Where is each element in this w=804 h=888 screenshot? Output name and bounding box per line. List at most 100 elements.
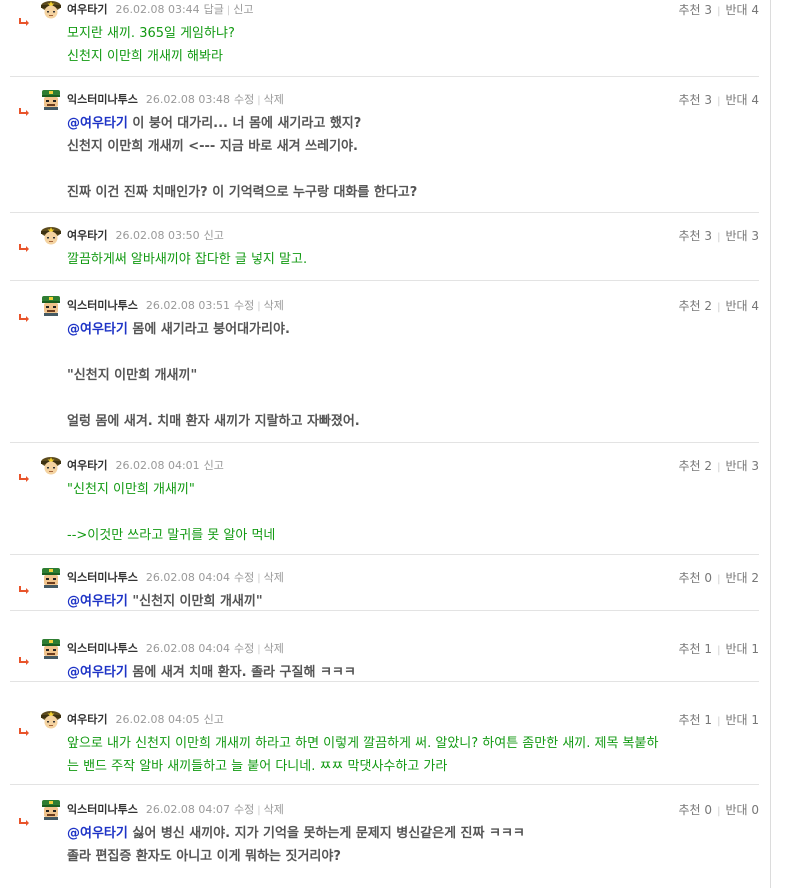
recommend-button[interactable]: 추천 bbox=[679, 713, 701, 727]
recommend-button[interactable]: 추천 bbox=[679, 642, 701, 656]
comment-line: "신천지 이만희 개새끼" bbox=[67, 482, 195, 497]
recommend-button[interactable]: 추천 bbox=[679, 459, 701, 473]
comment-timestamp: 26.02.08 04:04 bbox=[145, 642, 231, 655]
author-nickname[interactable]: 여우타기 bbox=[67, 3, 107, 16]
oppose-button[interactable]: 반대 bbox=[725, 3, 747, 17]
oppose-button[interactable]: 반대 bbox=[725, 93, 747, 107]
comment-line: 모지란 새끼. 365일 게임하냐? bbox=[67, 26, 235, 41]
separator: | bbox=[717, 574, 721, 585]
recommend-button[interactable]: 추천 bbox=[679, 571, 701, 585]
oppose-count: 3 bbox=[751, 229, 759, 243]
comment-line bbox=[67, 501, 747, 524]
mention-link[interactable]: @여우타기 bbox=[67, 826, 128, 841]
comment-meta: 여우타기 26.02.08 04:05 신고 bbox=[67, 712, 224, 728]
comment-meta: 여우타기 26.02.08 04:01 신고 bbox=[67, 458, 224, 474]
soldier-avatar-icon[interactable] bbox=[40, 294, 62, 316]
recommend-button[interactable]: 추천 bbox=[679, 3, 701, 17]
soldier-avatar-icon[interactable] bbox=[40, 798, 62, 820]
oppose-count: 4 bbox=[751, 299, 759, 313]
comment-line: @여우타기 "신천지 이만희 개새끼" bbox=[67, 590, 747, 613]
delete-link[interactable]: 삭제 bbox=[264, 803, 284, 816]
author-nickname[interactable]: 여우타기 bbox=[67, 459, 107, 472]
oppose-button[interactable]: 반대 bbox=[725, 713, 747, 727]
reply-link[interactable]: 답글 bbox=[204, 3, 224, 16]
author-nickname[interactable]: 익스터미나투스 bbox=[67, 642, 138, 655]
edit-link[interactable]: 수정 bbox=[234, 93, 254, 106]
comment-line: @여우타기 몸에 새기라고 붕어대가리야. bbox=[67, 318, 747, 341]
author-nickname[interactable]: 익스터미나투스 bbox=[67, 93, 138, 106]
comment-text: 이 붕어 대가리... 너 몸에 새기라고 했지? bbox=[127, 116, 362, 131]
author-nickname[interactable]: 여우타기 bbox=[67, 229, 107, 242]
comment-body: 모지란 새끼. 365일 게임하냐? 신천지 이만희 개새끼 해봐라 bbox=[67, 22, 747, 68]
comment-timestamp: 26.02.08 04:04 bbox=[145, 571, 231, 584]
soldier-avatar-icon[interactable] bbox=[40, 637, 62, 659]
report-link[interactable]: 신고 bbox=[204, 459, 224, 472]
separator: | bbox=[257, 644, 261, 655]
comment-line: @여우타기 싫어 병신 새끼야. 지가 기억을 못하는게 문제지 병신같은게 진… bbox=[67, 822, 747, 845]
edit-link[interactable]: 수정 bbox=[234, 803, 254, 816]
comment-timestamp: 26.02.08 03:44 bbox=[115, 3, 200, 16]
mention-link[interactable]: @여우타기 bbox=[67, 116, 128, 131]
separator: | bbox=[257, 573, 261, 584]
comment-meta: 여우타기 26.02.08 03:50 신고 bbox=[67, 228, 224, 244]
comment-body: @여우타기 이 붕어 대가리... 너 몸에 새기라고 했지? 신천지 이만희 개… bbox=[67, 112, 747, 204]
comment-text: "신천지 이만희 개새끼" bbox=[127, 594, 263, 609]
delete-link[interactable]: 삭제 bbox=[264, 93, 284, 106]
oppose-button[interactable]: 반대 bbox=[725, 571, 747, 585]
oppose-button[interactable]: 반대 bbox=[725, 803, 747, 817]
oppose-button[interactable]: 반대 bbox=[725, 299, 747, 313]
comment-line: 깔끔하게써 알바새끼야 잡다한 글 넣지 말고. bbox=[67, 252, 308, 267]
author-nickname[interactable]: 여우타기 bbox=[67, 713, 107, 726]
comment-line: 졸라 편집증 환자도 아니고 이게 뭐하는 짓거리야? bbox=[67, 849, 341, 864]
oppose-button[interactable]: 반대 bbox=[725, 459, 747, 473]
edit-link[interactable]: 수정 bbox=[234, 299, 254, 312]
separator: | bbox=[717, 462, 721, 473]
comment-item: 익스터미나투스 26.02.08 04:04 수정 | 삭제 추천 0 | 반대 2 @여우타기… bbox=[10, 568, 759, 613]
comment-text: 몸에 새겨 치매 환자. 졸라 구질해 ㅋㅋㅋ bbox=[127, 665, 356, 680]
report-link[interactable]: 신고 bbox=[204, 713, 224, 726]
oppose-button[interactable]: 반대 bbox=[725, 229, 747, 243]
fox-officer-avatar-icon[interactable] bbox=[40, 0, 62, 20]
recommend-count: 0 bbox=[704, 803, 713, 817]
mention-link[interactable]: @여우타기 bbox=[67, 594, 128, 609]
recommend-button[interactable]: 추천 bbox=[679, 803, 701, 817]
comment-item: 여우타기 26.02.08 04:01 신고 추천 2 | 반대 3 "신천지 이만희 개새… bbox=[10, 457, 760, 555]
comment-meta: 익스터미나투스 26.02.08 03:48 수정 | 삭제 bbox=[67, 92, 284, 109]
soldier-avatar-icon[interactable] bbox=[40, 566, 62, 588]
separator: | bbox=[257, 301, 261, 312]
delete-link[interactable]: 삭제 bbox=[264, 299, 284, 312]
vote-counts: 추천 3 | 반대 4 bbox=[679, 2, 760, 20]
fox-officer-avatar-icon[interactable] bbox=[40, 708, 62, 730]
comment-line: 앞으로 내가 신천지 이만희 개새끼 하라고 하면 이렇게 깔끔하게 써. 알았… bbox=[67, 736, 659, 751]
comment-line: 얼렁 몸에 새겨. 치매 환자 새끼가 지랄하고 자빠졌어. bbox=[67, 414, 360, 429]
vote-counts: 추천 2 | 반대 3 bbox=[679, 458, 760, 476]
column-divider bbox=[770, 0, 771, 888]
report-link[interactable]: 신고 bbox=[204, 229, 224, 242]
vote-counts: 추천 0 | 반대 0 bbox=[679, 802, 760, 820]
recommend-button[interactable]: 추천 bbox=[679, 299, 701, 313]
mention-link[interactable]: @여우타기 bbox=[67, 322, 128, 337]
author-nickname[interactable]: 익스터미나투스 bbox=[67, 299, 138, 312]
comment-timestamp: 26.02.08 04:01 bbox=[115, 459, 200, 472]
separator: | bbox=[257, 805, 261, 816]
comment-line: @여우타기 몸에 새겨 치매 환자. 졸라 구질해 ㅋㅋㅋ bbox=[67, 661, 747, 684]
comment-body: @여우타기 몸에 새겨 치매 환자. 졸라 구질해 ㅋㅋㅋ bbox=[67, 661, 747, 684]
fox-officer-avatar-icon[interactable] bbox=[40, 454, 62, 476]
delete-link[interactable]: 삭제 bbox=[264, 642, 284, 655]
edit-link[interactable]: 수정 bbox=[234, 571, 254, 584]
delete-link[interactable]: 삭제 bbox=[264, 571, 284, 584]
author-nickname[interactable]: 익스터미나투스 bbox=[67, 803, 138, 816]
soldier-avatar-icon[interactable] bbox=[40, 88, 62, 110]
oppose-count: 3 bbox=[751, 459, 759, 473]
recommend-button[interactable]: 추천 bbox=[679, 93, 701, 107]
edit-link[interactable]: 수정 bbox=[234, 642, 254, 655]
recommend-count: 3 bbox=[704, 93, 713, 107]
comment-line: 는 밴드 주작 알바 새끼들하고 늘 붙어 다니네. ㅉㅉ 막댓사수하고 가라 bbox=[67, 759, 448, 774]
comment-line: 신천지 이만희 개새끼 <--- 지금 바로 새겨 쓰레기야. bbox=[67, 139, 358, 154]
author-nickname[interactable]: 익스터미나투스 bbox=[67, 571, 138, 584]
mention-link[interactable]: @여우타기 bbox=[67, 665, 128, 680]
fox-officer-avatar-icon[interactable] bbox=[40, 224, 62, 246]
report-link[interactable]: 신고 bbox=[233, 3, 253, 16]
oppose-button[interactable]: 반대 bbox=[725, 642, 747, 656]
recommend-button[interactable]: 추천 bbox=[679, 229, 701, 243]
